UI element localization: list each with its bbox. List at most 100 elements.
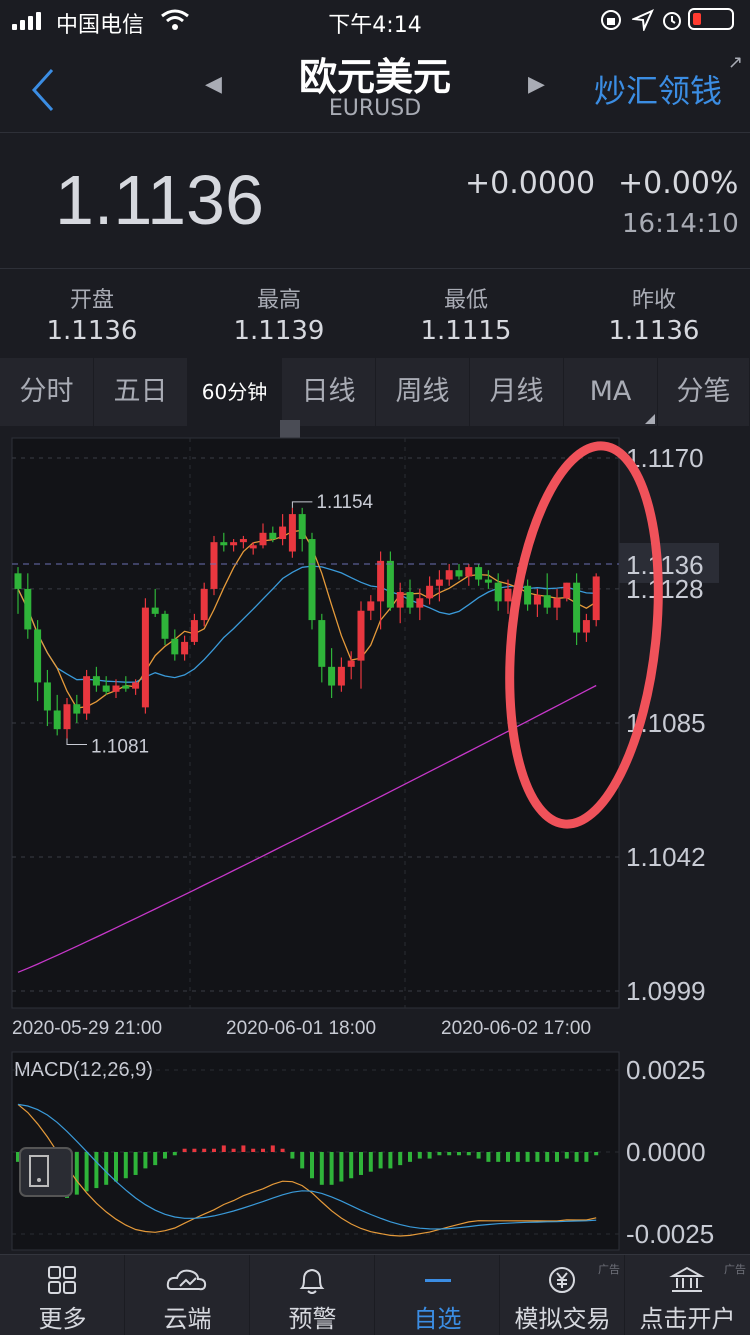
grid-icon (48, 1266, 76, 1294)
battery-icon (688, 8, 734, 30)
y-tick-label: 1.1128 (626, 574, 704, 604)
candle-body (484, 579, 492, 583)
high-marker-label: 1.1154 (316, 492, 373, 513)
nav-more-label: 更多 (38, 1305, 87, 1333)
macd-bar (280, 1148, 285, 1152)
candle-body (190, 620, 198, 642)
macd-bar (104, 1152, 109, 1185)
macd-bar (114, 1152, 118, 1182)
macd-bar (339, 1152, 344, 1182)
candle-body (34, 629, 42, 683)
tab-timeshare[interactable]: 分时 (0, 358, 94, 426)
fullscreen-toggle-icon[interactable] (19, 1147, 73, 1197)
macd-bar (192, 1148, 197, 1152)
y-tick-label: 1.1042 (626, 842, 706, 872)
macd-bar (398, 1152, 403, 1166)
candlestick-chart[interactable]: 1.11541.1081 1.1136 1.11701.11281.10851.… (0, 430, 750, 1042)
high-label: 最高 (256, 288, 301, 313)
macd-bar (555, 1152, 559, 1162)
macd-bar (74, 1152, 79, 1195)
candle-body (553, 598, 561, 608)
bank-icon (669, 1266, 705, 1292)
candle-body (279, 526, 287, 540)
macd-bar (525, 1152, 530, 1162)
nav-alert[interactable]: 预警 (250, 1255, 375, 1335)
alarm-icon (663, 12, 681, 30)
macd-bar (300, 1152, 305, 1169)
macd-bar (349, 1152, 354, 1179)
macd-y-axis: 0.0025 0.0000 -0.0025 (626, 1055, 714, 1249)
nav-open-account[interactable]: 广告 点击开户 (625, 1255, 750, 1335)
dash-icon (425, 1279, 451, 1282)
candle-body (53, 710, 61, 730)
nav-watchlist[interactable]: 自选 (375, 1255, 500, 1335)
macd-bar (310, 1152, 314, 1179)
macd-y-tick-label: -0.0025 (626, 1219, 714, 1249)
macd-bar (466, 1152, 471, 1156)
dropdown-corner-icon (645, 414, 655, 424)
candle-body (161, 613, 169, 639)
candle-body (337, 666, 345, 686)
candle-body (24, 588, 32, 630)
tab-monthly[interactable]: 月线 (470, 358, 564, 426)
tab-five-day[interactable]: 五日 (94, 358, 188, 426)
candle-body (318, 620, 326, 667)
macd-bar (564, 1152, 569, 1159)
tab-ma-label: MA (589, 376, 632, 407)
candle-body (435, 579, 443, 586)
macd-bar (329, 1152, 334, 1185)
candle-body (83, 676, 91, 714)
macd-bar (290, 1152, 295, 1159)
rotation-lock-icon (601, 10, 621, 30)
candle-body (249, 545, 257, 549)
macd-y-tick-label: 0.0025 (626, 1055, 706, 1085)
tab-daily[interactable]: 日线 (282, 358, 376, 426)
candle-body (73, 704, 81, 714)
macd-chart[interactable]: MACD(12,26,9) 0.00250.0000-0.0025 (0, 1048, 750, 1254)
macd-bar (212, 1148, 216, 1152)
candle-body (543, 595, 551, 608)
candle-body (200, 588, 208, 621)
x-tick-label: 2020-06-02 17:00 (441, 1018, 591, 1039)
candle-body (259, 532, 267, 546)
nav-more[interactable]: 更多 (0, 1255, 125, 1335)
x-axis: 2020-05-29 21:00 2020-06-01 18:00 2020-06-… (12, 1018, 591, 1039)
macd-bar (486, 1152, 491, 1162)
macd-y-tick-label: 0.0000 (626, 1137, 706, 1167)
tab-weekly[interactable]: 周线 (376, 358, 470, 426)
candle-body (14, 573, 22, 589)
candle-body (210, 542, 218, 589)
macd-bar (359, 1152, 363, 1175)
nav-sim-trade[interactable]: 广告 模拟交易 (500, 1255, 625, 1335)
prev-close-value: 1.1136 (608, 316, 700, 346)
candle-body (406, 592, 414, 608)
nav-sim-trade-label: 模拟交易 (514, 1305, 611, 1333)
macd-bar (584, 1152, 589, 1162)
nav-cloud-label: 云端 (163, 1305, 212, 1333)
candle-body (475, 567, 483, 580)
open-label: 开盘 (69, 288, 114, 313)
location-icon (632, 9, 654, 31)
macd-bar (241, 1145, 246, 1152)
tab-ma[interactable]: MA (564, 358, 658, 426)
macd-bar (408, 1152, 412, 1162)
candle-body (347, 660, 355, 667)
macd-bar (457, 1152, 461, 1156)
nav-alert-label: 预警 (288, 1305, 337, 1333)
tab-60-min[interactable]: 60分钟 (188, 358, 282, 426)
tab-ticks[interactable]: 分笔 (658, 358, 750, 426)
yen-coin-icon (549, 1267, 575, 1293)
macd-bar (133, 1152, 138, 1175)
macd-bar (251, 1148, 256, 1152)
candle-body (465, 567, 473, 577)
next-symbol-button[interactable]: ▶ (528, 72, 545, 97)
nav-cloud[interactable]: 云端 (125, 1255, 250, 1335)
macd-bar (388, 1152, 393, 1169)
candle-body (308, 539, 316, 621)
candle-body (298, 514, 306, 540)
macd-bar (594, 1152, 599, 1156)
macd-bar (143, 1152, 148, 1169)
macd-bar (368, 1152, 373, 1172)
candle-body (171, 638, 179, 655)
promo-link[interactable]: 炒汇领钱 (594, 66, 722, 112)
